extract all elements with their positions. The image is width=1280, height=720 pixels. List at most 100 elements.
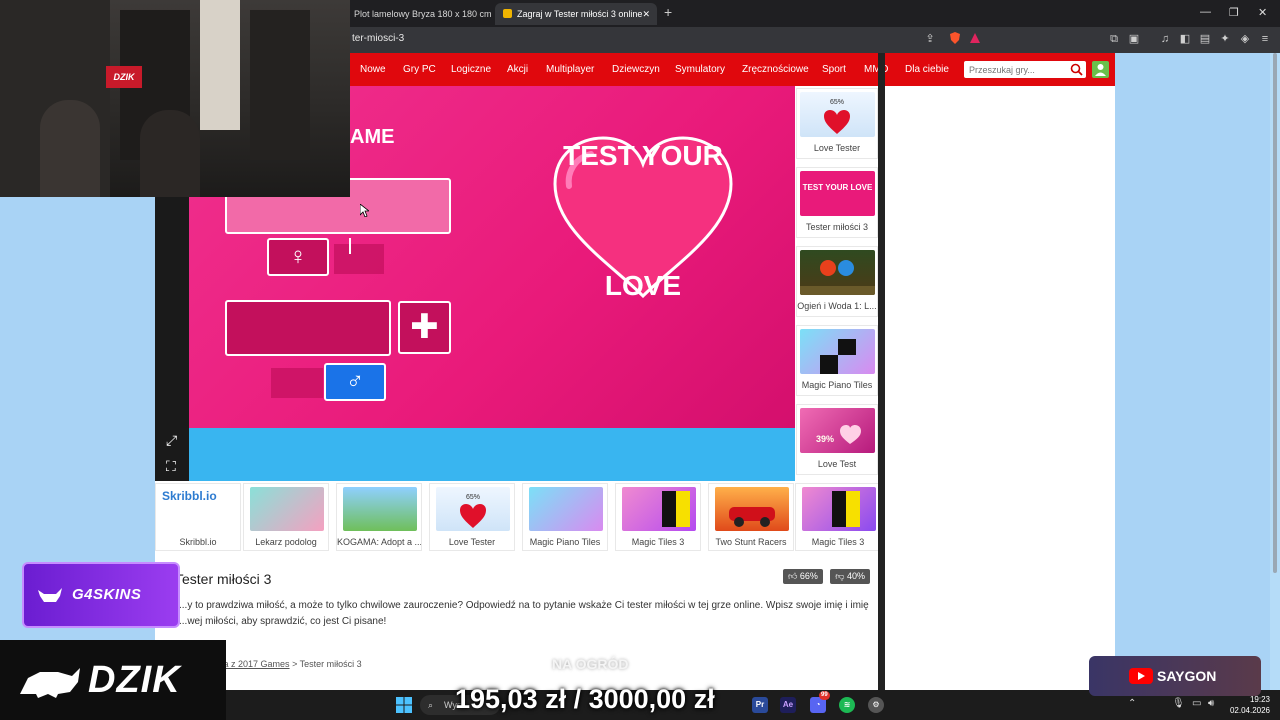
sidebar-game-card[interactable]: 39% Love Test: [796, 404, 878, 475]
dislike-button[interactable]: 👎︎ 40%: [830, 569, 870, 584]
game-label: KOGAMA: Adopt a ...: [337, 537, 421, 547]
nav-link[interactable]: Dziewczyn: [612, 64, 660, 75]
sidebar-game-card[interactable]: TEST YOUR LOVE Tester miłości 3: [796, 167, 878, 238]
volume-icon[interactable]: 🔊︎: [1208, 698, 1214, 709]
dzik-text: DZIK: [88, 659, 181, 701]
page-scrollbar[interactable]: [1270, 53, 1280, 690]
extensions-icon[interactable]: ⧉: [1107, 32, 1121, 46]
game-label: Lekarz podolog: [255, 537, 317, 547]
tab-plot-lamelowy[interactable]: Plot lamelowy Bryza 180 x 180 cm: [346, 3, 491, 25]
settings-gear-icon[interactable]: ⚙: [868, 697, 884, 713]
windows-start-icon[interactable]: [396, 697, 412, 713]
brave-rewards-icon[interactable]: [968, 32, 982, 46]
game-label: Magic Tiles 3: [811, 537, 865, 547]
page-title: Tester miłości 3: [175, 571, 272, 587]
game-label: Love Tester: [813, 143, 861, 153]
sidebar-game-card[interactable]: Ogień i Woda 1: L...: [796, 246, 878, 317]
male-icon: ♂: [346, 368, 364, 395]
microphone-icon[interactable]: 🎙︎: [1172, 698, 1185, 709]
female-button[interactable]: ♀: [267, 238, 329, 276]
row-game-card[interactable]: KOGAMA: Adopt a ...: [336, 483, 422, 551]
after-effects-icon[interactable]: Ae: [780, 697, 796, 713]
webcam-overlay: DZIK: [0, 0, 350, 197]
thumb-text: TEST YOUR LOVE: [802, 183, 873, 192]
tray-chevron-icon[interactable]: ⌃: [1128, 698, 1136, 709]
nav-link[interactable]: Akcji: [507, 64, 528, 75]
sidebar-game-card[interactable]: 65% Love Tester: [796, 88, 878, 159]
row-game-card[interactable]: Two Stunt Racers: [708, 483, 794, 551]
game-thumbnail: 65%: [436, 487, 510, 531]
name-input-2[interactable]: [225, 300, 391, 356]
row-game-card[interactable]: Magic Tiles 3: [615, 483, 701, 551]
sidebar-icon[interactable]: ◧: [1178, 32, 1192, 46]
nav-link[interactable]: Gry PC: [403, 64, 436, 75]
menu-icon[interactable]: ≡: [1258, 32, 1272, 46]
bull-logo-icon: [38, 588, 62, 602]
spotify-icon[interactable]: ≋: [839, 697, 855, 713]
search-icon[interactable]: [1070, 63, 1083, 76]
nav-link[interactable]: Logiczne: [451, 64, 491, 75]
url-field[interactable]: ter-miosci-3: [352, 33, 404, 44]
network-icon[interactable]: ▭: [1192, 698, 1201, 709]
nav-link[interactable]: Symulatory: [675, 64, 725, 75]
like-button[interactable]: 👍︎ 66%: [783, 569, 823, 584]
tab-title: Plot lamelowy Bryza 180 x 180 cm: [354, 9, 491, 19]
discord-icon[interactable]: ◔ 99: [810, 691, 830, 713]
thumbs-up-icon: 👍︎: [788, 571, 798, 581]
tab-tester-milosci[interactable]: Zagraj w Tester miłości 3 online ✕: [495, 3, 657, 25]
row-game-card[interactable]: 65% Love Tester: [429, 483, 515, 551]
favicon-icon: [503, 9, 512, 18]
expand-icon[interactable]: ⤢: [166, 432, 177, 449]
brave-shield-icon[interactable]: [948, 32, 962, 46]
discord-badge: 99: [819, 691, 830, 700]
new-tab-icon[interactable]: +: [664, 4, 672, 20]
game-description-panel: Tester miłości 3 👍︎ 66% 👎︎ 40% ...y to p…: [155, 555, 879, 693]
game-thumbnail: [529, 487, 603, 531]
text-cursor: [349, 238, 351, 254]
close-tab-icon[interactable]: ✕: [642, 3, 650, 25]
close-window-icon[interactable]: ✕: [1258, 6, 1267, 19]
minimize-icon[interactable]: —: [1200, 6, 1211, 18]
goal-label: NA OGRÓD: [552, 656, 629, 672]
taskbar-clock[interactable]: 19:23 02.04.2026: [1230, 694, 1270, 716]
share-icon[interactable]: ⇪: [923, 32, 937, 46]
saygon-youtube-banner: SAYGON: [1089, 656, 1261, 696]
vote-buttons: 👍︎ 66% 👎︎ 40%: [779, 568, 870, 584]
female-icon: ♀: [289, 243, 307, 270]
plus-icon: ✚: [410, 308, 439, 346]
sidebar-game-card[interactable]: Magic Piano Tiles: [796, 325, 878, 396]
dislike-percent: 40%: [846, 571, 865, 581]
game-label: Magic Tiles 3: [631, 537, 685, 547]
fullscreen-icon[interactable]: ⛶: [166, 458, 176, 475]
restore-icon[interactable]: ❐: [1229, 6, 1239, 19]
game-thumbnail: [622, 487, 696, 531]
premiere-icon[interactable]: Pr: [752, 697, 768, 713]
row-game-card[interactable]: Skribbl.io Skribbl.io: [155, 483, 241, 551]
vpn-icon[interactable]: ◈: [1238, 32, 1252, 46]
row-game-card[interactable]: Magic Tiles 3: [795, 483, 881, 551]
breadcrumb-link[interactable]: za z 2017 Games: [219, 659, 290, 669]
wallet-icon[interactable]: ▤: [1198, 32, 1212, 46]
ai-icon[interactable]: ✦: [1218, 32, 1232, 46]
nav-link[interactable]: Zręcznościowe: [742, 64, 809, 75]
game-thumbnail: [800, 250, 875, 295]
row-game-card[interactable]: Lekarz podolog: [243, 483, 329, 551]
row-game-card[interactable]: Magic Piano Tiles: [522, 483, 608, 551]
nav-link[interactable]: Dla ciebie: [905, 64, 949, 75]
male-button[interactable]: ♂: [324, 363, 386, 401]
thumbs-down-icon: 👎︎: [835, 571, 845, 581]
nav-link[interactable]: Nowe: [360, 64, 386, 75]
music-icon[interactable]: ♫: [1158, 32, 1172, 46]
g4skins-text: G4SKINS: [72, 586, 142, 603]
nav-link[interactable]: Multiplayer: [546, 64, 594, 75]
nav-link[interactable]: Sport: [822, 64, 846, 75]
name-label: AME: [350, 126, 395, 148]
screenshot-icon[interactable]: ▣: [1127, 32, 1141, 46]
game-thumbnail: [250, 487, 324, 531]
scrollbar-thumb[interactable]: [1273, 53, 1277, 573]
user-account-button[interactable]: [1092, 61, 1109, 78]
game-label: Skribbl.io: [179, 537, 217, 547]
game-label: Magic Piano Tiles: [801, 380, 873, 390]
search-input[interactable]: [964, 61, 1064, 78]
plus-button[interactable]: ✚: [398, 301, 451, 354]
